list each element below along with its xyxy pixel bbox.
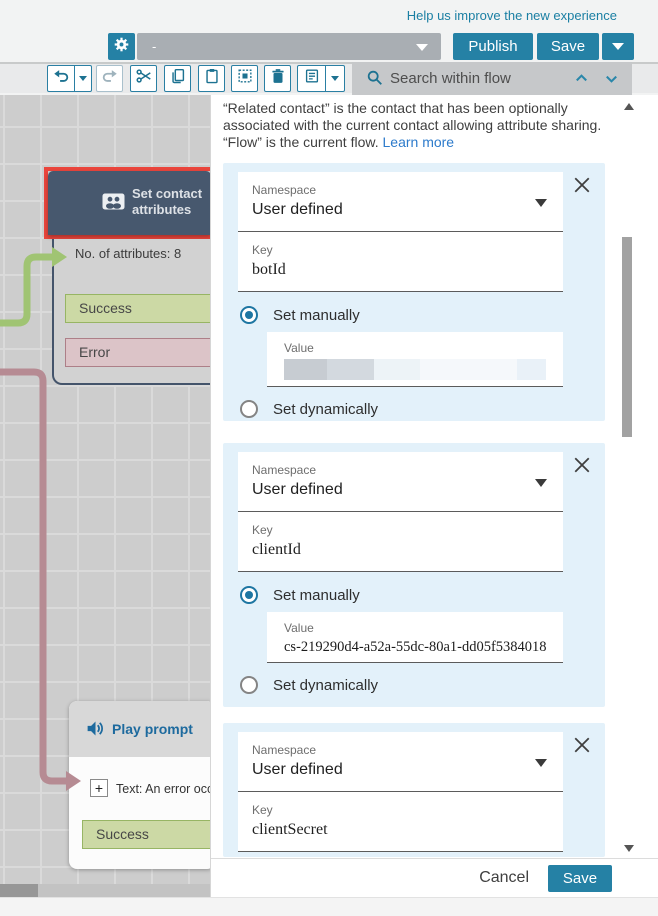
scissors-icon xyxy=(135,67,153,90)
redo-button[interactable] xyxy=(96,65,123,92)
attributes-count-label: No. of attributes: 8 xyxy=(75,246,181,261)
radio-selected-icon[interactable] xyxy=(240,306,258,324)
scroll-down-icon[interactable] xyxy=(624,845,634,852)
notes-button[interactable] xyxy=(298,66,325,91)
save-options-button[interactable] xyxy=(602,33,634,60)
save-flow-button[interactable]: Save xyxy=(537,33,599,60)
chevron-down-icon[interactable] xyxy=(535,479,547,487)
play-prompt-header[interactable]: Play prompt xyxy=(69,701,215,757)
scroll-up-icon[interactable] xyxy=(624,103,634,110)
bottom-strip xyxy=(0,897,658,916)
search-icon xyxy=(366,69,384,92)
flow-search-box[interactable]: Search within flow xyxy=(352,62,632,95)
copy-icon xyxy=(169,67,187,90)
notes-options-button[interactable] xyxy=(326,66,344,91)
close-icon[interactable] xyxy=(573,456,591,474)
learn-more-link[interactable]: Learn more xyxy=(383,134,455,150)
undo-button-group xyxy=(47,65,92,92)
undo-options-button[interactable] xyxy=(75,66,91,91)
copy-button[interactable] xyxy=(164,65,191,92)
branch-success[interactable]: Success xyxy=(82,820,215,849)
card-fields: Namespace User defined Key clientSecret xyxy=(238,732,563,852)
radio-selected-icon[interactable] xyxy=(240,586,258,604)
chevron-down-icon[interactable] xyxy=(535,759,547,767)
set-manually-option[interactable]: Set manually xyxy=(240,586,605,604)
panel-scroll-area: “Related contact” is the contact that ha… xyxy=(211,95,658,858)
set-manually-option[interactable]: Set manually xyxy=(240,306,605,324)
chevron-down-icon xyxy=(79,76,87,81)
key-field[interactable]: Key clientSecret xyxy=(238,792,563,852)
panel-footer: Cancel Save xyxy=(211,858,658,897)
select-frame-icon xyxy=(236,67,254,90)
selection-outline: Set contact attributes xyxy=(44,167,215,239)
gear-icon xyxy=(113,36,130,58)
chevron-down-icon xyxy=(331,76,339,81)
search-placeholder: Search within flow xyxy=(390,62,511,95)
masked-value xyxy=(284,359,546,380)
set-dynamically-option[interactable]: Set dynamically xyxy=(240,676,605,694)
namespace-select[interactable]: Namespace User defined xyxy=(238,172,563,232)
chevron-down-icon xyxy=(612,43,624,50)
select-frame-button[interactable] xyxy=(231,65,258,92)
undo-icon xyxy=(52,67,70,90)
set-dynamically-option[interactable]: Set dynamically xyxy=(240,400,605,418)
properties-panel: “Related contact” is the contact that ha… xyxy=(210,95,658,897)
publish-button[interactable]: Publish xyxy=(453,33,533,60)
save-button[interactable]: Save xyxy=(548,865,612,892)
branch-error[interactable]: Error xyxy=(65,338,215,367)
key-field[interactable]: Key botId xyxy=(238,232,563,292)
card-fields: Namespace User defined Key botId xyxy=(238,172,563,292)
panel-scrollbar-thumb[interactable] xyxy=(622,237,632,437)
top-header: Help us improve the new experience - xyxy=(0,0,658,62)
trash-icon xyxy=(269,67,287,90)
namespace-select[interactable]: Namespace User defined xyxy=(238,452,563,512)
radio-unselected-icon[interactable] xyxy=(240,400,258,418)
set-contact-attributes-block[interactable]: Set contact attributes xyxy=(48,171,211,235)
notes-button-group xyxy=(297,65,345,92)
branch-success[interactable]: Success xyxy=(65,294,215,323)
feedback-link[interactable]: Help us improve the new experience xyxy=(407,8,617,23)
canvas-hscrollbar-thumb[interactable] xyxy=(0,884,38,898)
value-text: cs-219290d4-a52a-55dc-80a1-dd05f5384018 xyxy=(284,639,546,656)
chevron-down-icon xyxy=(603,74,620,91)
prompt-text-label: Text: An error occ xyxy=(116,782,212,796)
flow-version-select[interactable]: - xyxy=(137,33,441,60)
attribute-card-botid: Namespace User defined Key botId Set man… xyxy=(223,163,605,421)
block-title: Play prompt xyxy=(112,721,193,737)
speaker-icon xyxy=(85,718,106,744)
chevron-down-icon[interactable] xyxy=(535,199,547,207)
flow-designer-app: Set contact attributes No. of attributes… xyxy=(0,0,658,916)
play-prompt-block[interactable]: Play prompt + Text: An error occ Success xyxy=(69,701,215,869)
cut-button[interactable] xyxy=(130,65,157,92)
canvas-toolbar: Search within flow xyxy=(0,62,658,93)
panel-description: “Related contact” is the contact that ha… xyxy=(223,100,619,151)
chevron-down-icon xyxy=(416,44,428,51)
clipboard-icon xyxy=(203,67,221,90)
chevron-up-icon xyxy=(573,74,590,91)
notes-icon xyxy=(303,67,321,90)
card-fields: Namespace User defined Key clientId xyxy=(238,452,563,572)
value-field[interactable]: Value xyxy=(267,332,563,387)
cancel-button[interactable]: Cancel xyxy=(479,869,529,887)
attribute-card-clientid: Namespace User defined Key clientId Set … xyxy=(223,443,605,707)
find-previous-button[interactable] xyxy=(573,70,590,92)
namespace-select[interactable]: Namespace User defined xyxy=(238,732,563,792)
key-field[interactable]: Key clientId xyxy=(238,512,563,572)
redo-icon xyxy=(101,67,119,90)
undo-button[interactable] xyxy=(48,66,74,91)
paste-button[interactable] xyxy=(198,65,225,92)
find-next-button[interactable] xyxy=(603,70,620,92)
value-field[interactable]: Value cs-219290d4-a52a-55dc-80a1-dd05f53… xyxy=(267,612,563,663)
add-prompt-button[interactable]: + xyxy=(90,779,108,797)
attribute-card-clientsecret: Namespace User defined Key clientSecret xyxy=(223,723,605,857)
block-title: Set contact attributes xyxy=(132,186,214,218)
close-icon[interactable] xyxy=(573,736,591,754)
radio-unselected-icon[interactable] xyxy=(240,676,258,694)
delete-button[interactable] xyxy=(264,65,291,92)
close-icon[interactable] xyxy=(573,176,591,194)
settings-button[interactable] xyxy=(108,33,135,60)
contacts-icon xyxy=(102,193,125,215)
